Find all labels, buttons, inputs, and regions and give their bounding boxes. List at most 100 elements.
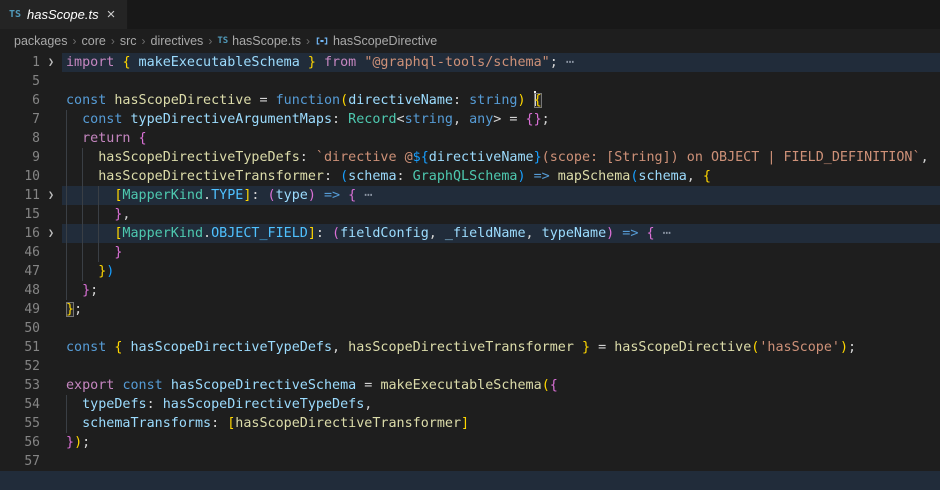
indent-guide [98, 224, 114, 243]
line-number: 50 [0, 319, 40, 338]
breadcrumb-item-packages[interactable]: packages [14, 34, 68, 48]
tab-hasscope[interactable]: TS hasScope.ts × [0, 0, 128, 29]
code-token: => [316, 188, 348, 203]
breadcrumb-label: hasScopeDirective [333, 34, 437, 48]
fold-gutter-space [40, 72, 62, 91]
code-line-11[interactable]: 11❯ [MapperKind.TYPE]: (type) => { ⋯ [0, 186, 940, 205]
code-line-16[interactable]: 16❯ [MapperKind.OBJECT_FIELD]: (fieldCon… [0, 224, 940, 243]
code-token: const [82, 112, 130, 127]
code-line-content[interactable]: typeDefs: hasScopeDirectiveTypeDefs, [62, 395, 940, 414]
code-line-48[interactable]: 48 }; [0, 281, 940, 300]
code-line-content[interactable]: return { [62, 129, 940, 148]
line-number: 57 [0, 452, 40, 471]
fold-chevron-icon[interactable]: ❯ [40, 53, 62, 72]
line-number: 10 [0, 167, 40, 186]
fold-chevron-icon[interactable]: ❯ [40, 186, 62, 205]
code-token: TYPE [211, 188, 243, 203]
code-token: : [453, 93, 469, 108]
indent-guide [66, 148, 82, 167]
code-token: hasScopeDirectiveTransformer [98, 169, 324, 184]
code-line-content[interactable]: hasScopeDirectiveTransformer: (schema: G… [62, 167, 940, 186]
code-line-10[interactable]: 10 hasScopeDirectiveTransformer: (schema… [0, 167, 940, 186]
code-line-content[interactable]: const { hasScopeDirectiveTypeDefs, hasSc… [62, 338, 940, 357]
code-line-15[interactable]: 15 }, [0, 205, 940, 224]
code-line-8[interactable]: 8 return { [0, 129, 940, 148]
code-line-content[interactable]: }) [62, 262, 940, 281]
code-line-content[interactable] [62, 319, 940, 338]
code-line-51[interactable]: 51 const { hasScopeDirectiveTypeDefs, has… [0, 338, 940, 357]
fold-chevron-icon[interactable]: ❯ [40, 224, 62, 243]
code-line-content[interactable]: }; [62, 300, 940, 319]
code-line-content[interactable]: hasScopeDirectiveTypeDefs: `directive @$… [62, 148, 940, 167]
code-token: string [469, 93, 517, 108]
code-token: { [348, 188, 356, 203]
vscode-window: TS hasScope.ts × packages›core›src›direc… [0, 0, 940, 490]
code-line-6[interactable]: 6const hasScopeDirective = function(dire… [0, 91, 940, 110]
code-line-content[interactable]: }, [62, 205, 940, 224]
breadcrumb: packages›core›src›directives›TShasScope.… [0, 29, 940, 53]
code-line-content[interactable]: }); [62, 433, 940, 452]
code-token: hasScopeDirective [114, 93, 251, 108]
code-line-content[interactable]: }; [62, 281, 940, 300]
code-line-content[interactable]: [MapperKind.OBJECT_FIELD]: (fieldConfig,… [62, 224, 940, 243]
code-token: "@graphql-tools/schema" [364, 55, 549, 70]
code-line-9[interactable]: 9 hasScopeDirectiveTypeDefs: `directive … [0, 148, 940, 167]
code-line-46[interactable]: 46 } [0, 243, 940, 262]
code-token: { [646, 226, 654, 241]
code-line-content[interactable]: import { makeExecutableSchema } from "@g… [62, 53, 940, 72]
code-line-55[interactable]: 55 schemaTransforms: [hasScopeDirectiveT… [0, 414, 940, 433]
close-tab-icon[interactable]: × [105, 6, 118, 23]
breadcrumb-item-src[interactable]: src [120, 34, 137, 48]
code-token: MapperKind [122, 226, 203, 241]
code-line-7[interactable]: 7 const typeDirectiveArgumentMaps: Recor… [0, 110, 940, 129]
line-number: 5 [0, 72, 40, 91]
code-token: hasScopeDirectiveSchema [171, 378, 356, 393]
code-line-54[interactable]: 54 typeDefs: hasScopeDirectiveTypeDefs, [0, 395, 940, 414]
code-line-content[interactable] [62, 72, 940, 91]
gutter: 55 [0, 414, 62, 433]
code-token: { [122, 55, 130, 70]
code-token: : [332, 112, 348, 127]
code-line-content[interactable] [62, 357, 940, 376]
code-token: = [590, 340, 614, 355]
code-editor[interactable]: 1❯import { makeExecutableSchema } from "… [0, 53, 940, 471]
line-number: 51 [0, 338, 40, 357]
breadcrumb-item-core[interactable]: core [82, 34, 106, 48]
code-line-content[interactable]: const typeDirectiveArgumentMaps: Record<… [62, 110, 940, 129]
code-line-1[interactable]: 1❯import { makeExecutableSchema } from "… [0, 53, 940, 72]
code-token: schema [638, 169, 686, 184]
code-token: . [203, 188, 211, 203]
gutter: 7 [0, 110, 62, 129]
code-token: : [251, 188, 267, 203]
code-line-47[interactable]: 47 }) [0, 262, 940, 281]
indent-guide [98, 243, 114, 262]
code-line-content[interactable]: schemaTransforms: [hasScopeDirectiveTran… [62, 414, 940, 433]
code-token: function [276, 93, 341, 108]
code-token: ) [518, 93, 526, 108]
code-line-content[interactable]: export const hasScopeDirectiveSchema = m… [62, 376, 940, 395]
code-token: => [614, 226, 646, 241]
gutter: 8 [0, 129, 62, 148]
code-line-content[interactable]: const hasScopeDirective = function(direc… [62, 91, 940, 110]
code-token: 'hasScope' [759, 340, 840, 355]
code-line-content[interactable] [62, 452, 940, 471]
code-line-56[interactable]: 56}); [0, 433, 940, 452]
code-token: , [332, 340, 348, 355]
line-number: 54 [0, 395, 40, 414]
code-line-57[interactable]: 57 [0, 452, 940, 471]
code-line-52[interactable]: 52 [0, 357, 940, 376]
code-line-5[interactable]: 5 [0, 72, 940, 91]
breadcrumb-label: core [82, 34, 106, 48]
code-token: } [574, 340, 590, 355]
code-line-content[interactable]: } [62, 243, 940, 262]
code-line-content[interactable]: [MapperKind.TYPE]: (type) => { ⋯ [62, 186, 940, 205]
breadcrumb-item-directives[interactable]: directives [151, 34, 204, 48]
breadcrumb-item-hasscope-ts[interactable]: TShasScope.ts [217, 34, 301, 48]
code-line-53[interactable]: 53export const hasScopeDirectiveSchema =… [0, 376, 940, 395]
code-token: hasScopeDirectiveTypeDefs [98, 150, 300, 165]
code-line-49[interactable]: 49}; [0, 300, 940, 319]
code-line-50[interactable]: 50 [0, 319, 940, 338]
fold-gutter-space [40, 205, 62, 224]
code-token: ) [74, 435, 82, 450]
breadcrumb-item-hasscopedirective[interactable]: hasScopeDirective [315, 34, 437, 48]
